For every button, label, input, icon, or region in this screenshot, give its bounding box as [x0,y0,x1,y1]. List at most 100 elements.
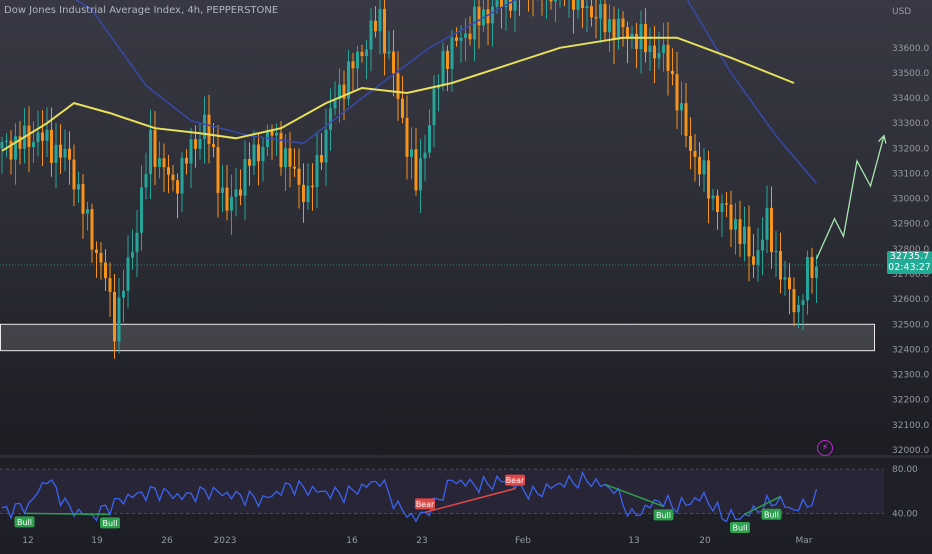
candle-body [707,160,710,199]
candle-body [662,44,665,53]
candle-body [576,0,580,10]
candle-body [14,136,17,160]
candle-body [747,226,751,257]
candle-body [410,149,413,157]
candle-body [441,50,445,86]
candle-body [666,44,670,71]
candle-body [302,184,305,203]
price-tick-label: 32500.0 [892,320,929,330]
candle-body [743,226,746,245]
candle-body [477,6,481,26]
candle-body [405,117,409,157]
chart-stage[interactable]: USD 33600.0 33500.0 33400.0 33300.0 33200.0 33… [0,0,932,550]
candle-body [815,266,818,278]
price-tick-label: 32200.0 [892,396,929,406]
candle-body [81,184,85,214]
candle-body [428,125,431,153]
candle-body [365,49,368,57]
candle-body [225,187,229,211]
candle-body [657,52,661,59]
bear-signal-text: Bear [506,476,525,485]
candle-body [99,252,103,263]
candle-body [423,152,427,159]
candle-body [149,129,152,175]
candle-body [5,140,8,143]
lightning-icon[interactable]: ⚡ [817,440,833,456]
candle-body [725,203,728,205]
candle-body [297,168,301,185]
candle-body [275,132,278,136]
candle-body [639,24,643,49]
candle-body [329,108,332,130]
candle-body [320,155,323,163]
time-tick-label: 26 [161,536,173,546]
bull-signal-text: Bull [102,519,117,528]
time-tick-label: 23 [416,536,427,546]
candle-body [63,148,67,158]
rsi-tick-label: 40.00 [892,509,918,519]
candle-body [554,0,557,2]
candle-body [36,132,40,143]
candle-body [189,139,193,164]
candle-body [455,37,458,41]
candle-body [90,209,94,250]
candle-body [792,289,796,313]
candle-body [131,252,134,258]
candle-body [32,142,35,148]
candle-body [756,250,760,265]
candle-body [72,159,76,190]
candle-body [144,174,148,188]
candle-body [693,150,697,157]
candle-body [810,256,814,278]
candle-body [351,61,355,69]
price-tick-label: 33000.0 [892,195,929,205]
candle-body [572,0,575,10]
current-price-value: 32735.7 [889,251,930,262]
time-tick-label: Feb [515,536,531,546]
candle-body [311,185,314,188]
candle-body [284,148,287,168]
candle-body [590,6,593,18]
time-tick-label: 13 [628,536,639,546]
candle-body [180,157,184,194]
candle-body [167,167,170,175]
candle-body [176,180,179,194]
candle-body [212,144,215,148]
candle-body [392,51,395,74]
candle-body [783,277,787,280]
candle-body [464,33,467,38]
candle-body [162,158,166,168]
candle-body [680,103,683,111]
candle-body [729,204,733,230]
candle-body [113,291,116,342]
candle-body [194,139,197,149]
candle-body [648,45,652,53]
candle-body [108,278,112,292]
candle-body [306,185,310,203]
candle-body [356,51,359,69]
candle-body [432,88,436,126]
candle-body [698,156,701,175]
price-tick-label: 33600.0 [892,44,929,54]
support-zone-0 [0,323,875,352]
candle-body [761,239,764,251]
price-tick-label: 33200.0 [892,144,929,154]
candle-body [513,0,517,11]
price-tick-label: 32000.0 [892,446,929,456]
candle-body [117,297,121,342]
candle-body [59,144,62,158]
candle-body [216,147,220,193]
candle-body [689,135,692,151]
bar-countdown: 02:43:27 [888,262,931,273]
price-chart[interactable]: USD 33600.0 33500.0 33400.0 33300.0 33200.0 33… [0,0,932,550]
time-axis-bg [0,530,932,550]
candle-body [603,4,607,33]
price-tick-label: 32100.0 [892,421,929,431]
candle-body [675,74,679,111]
candle-body [234,189,238,197]
candle-body [599,4,602,19]
candle-body [419,158,422,191]
price-tick-label: 33500.0 [892,69,929,79]
candle-body [468,33,472,40]
candle-body [315,155,319,188]
